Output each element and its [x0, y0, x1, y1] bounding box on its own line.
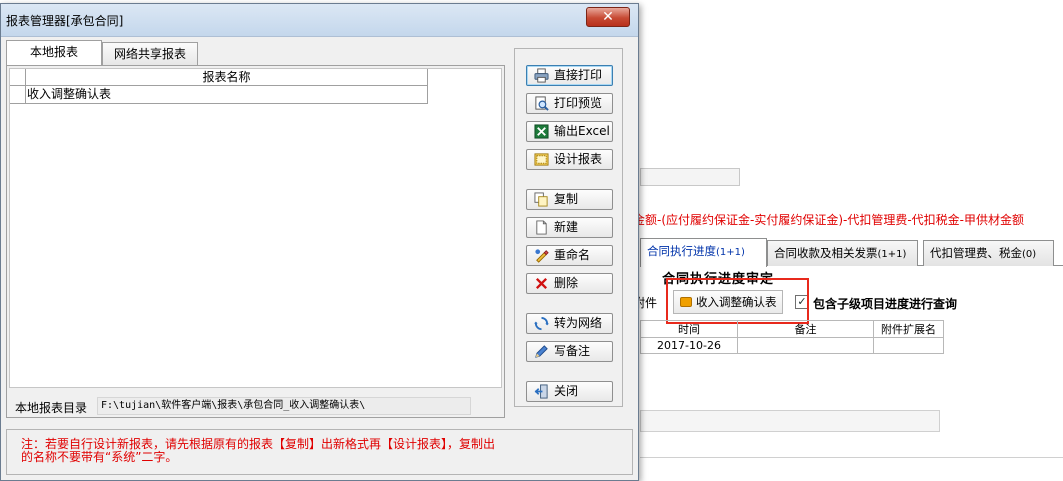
- header-time: 时间: [640, 320, 738, 338]
- network-icon: [534, 316, 549, 331]
- copy-icon: [534, 192, 548, 207]
- button-label: 直接打印: [554, 68, 603, 82]
- delete-icon: [535, 277, 548, 290]
- button-label: 新建: [554, 220, 579, 234]
- tab-count: (1+1): [877, 249, 907, 260]
- formula-text: 金额-(应付履约保证金-实付履约保证金)-代扣管理费-代扣税金-甲供材金额: [633, 213, 1025, 227]
- report-list-grid[interactable]: 报表名称 收入调整确认表: [9, 68, 502, 388]
- button-label: 输出Excel: [554, 124, 610, 138]
- report-name-cell[interactable]: 收入调整确认表: [26, 86, 428, 104]
- button-label: 设计报表: [554, 152, 603, 166]
- note-line-2: 的名称不要带有“系统”二字。: [21, 450, 178, 464]
- report-manager-dialog: 报表管理器[承包合同] ✕ 本地报表 网络共享报表 报表名称 收入调整确认表 本…: [0, 3, 639, 481]
- action-button-panel: 直接打印 打印预览 输出Excel 设计报表 复制 新建 重命名 删除 转为网络…: [514, 48, 623, 407]
- header-attach-ext: 附件扩展名: [873, 320, 944, 338]
- header-remark: 备注: [737, 320, 874, 338]
- grid-header: 报表名称: [10, 69, 428, 86]
- background-text-field[interactable]: [640, 168, 740, 186]
- tab-network-shared-reports[interactable]: 网络共享报表: [102, 42, 198, 66]
- tab-count: (0): [1022, 249, 1037, 260]
- print-preview-button[interactable]: 打印预览: [526, 93, 613, 114]
- cell-time: 2017-10-26: [640, 337, 738, 354]
- directory-label: 本地报表目录: [15, 401, 88, 415]
- tab-label: 合同收款及相关发票: [774, 246, 878, 260]
- design-report-button[interactable]: 设计报表: [526, 149, 613, 170]
- button-label: 写备注: [554, 344, 591, 358]
- table-header-row: 时间 备注 附件扩展名: [640, 320, 944, 338]
- export-excel-button[interactable]: 输出Excel: [526, 121, 613, 142]
- button-label: 转为网络: [554, 316, 603, 330]
- grid-corner: [10, 69, 26, 86]
- close-dialog-button[interactable]: 关闭: [526, 381, 613, 402]
- table-row[interactable]: 收入调整确认表: [10, 86, 428, 104]
- button-label: 关闭: [554, 384, 579, 398]
- new-document-icon: [536, 220, 547, 235]
- window-title: 报表管理器[承包合同]: [6, 14, 124, 28]
- note-panel: 注：若要自行设计新报表，请先根据原有的报表【复制】出新格式再【设计报表】，复制出…: [6, 429, 633, 475]
- tab-count: (1+1): [716, 247, 745, 258]
- tab-withheld-fees[interactable]: 代扣管理费、税金(0): [923, 240, 1054, 266]
- new-button[interactable]: 新建: [526, 217, 613, 238]
- highlight-box: [666, 278, 809, 324]
- cell-attach-ext: [873, 337, 944, 354]
- close-button[interactable]: ✕: [586, 7, 630, 27]
- convert-to-network-button[interactable]: 转为网络: [526, 313, 613, 334]
- button-label: 复制: [554, 192, 579, 206]
- tab-contract-receipts[interactable]: 合同收款及相关发票(1+1): [767, 240, 918, 266]
- column-header-report-name[interactable]: 报表名称: [26, 69, 428, 86]
- local-reports-panel: 报表名称 收入调整确认表 本地报表目录 F:\tujian\软件客户端\报表\承…: [6, 65, 505, 418]
- exit-icon: [534, 384, 548, 399]
- excel-icon: [534, 124, 549, 139]
- background-tab-bar: 合同执行进度(1+1) 合同收款及相关发票(1+1) 代扣管理费、税金(0): [640, 238, 1063, 267]
- rename-button[interactable]: 重命名: [526, 245, 613, 266]
- table-row[interactable]: 2017-10-26: [640, 337, 944, 354]
- tab-label: 合同执行进度: [647, 244, 716, 258]
- include-sub-label: 包含子级项目进度进行查询: [813, 297, 958, 311]
- row-indicator: [10, 86, 26, 104]
- rename-icon: [535, 249, 549, 263]
- print-preview-icon: [535, 96, 549, 111]
- directory-path-field: F:\tujian\软件客户端\报表\承包合同_收入调整确认表\: [97, 397, 471, 415]
- design-report-icon: [534, 153, 549, 166]
- delete-button[interactable]: 删除: [526, 273, 613, 294]
- tab-contract-progress[interactable]: 合同执行进度(1+1): [640, 238, 767, 267]
- tab-label: 代扣管理费、税金: [930, 246, 1022, 260]
- title-bar[interactable]: 报表管理器[承包合同] ✕: [1, 4, 638, 37]
- background-bottom-field: [640, 410, 940, 432]
- progress-table: 时间 备注 附件扩展名 2017-10-26: [640, 320, 944, 354]
- print-direct-button[interactable]: 直接打印: [526, 65, 613, 86]
- copy-button[interactable]: 复制: [526, 189, 613, 210]
- write-note-button[interactable]: 写备注: [526, 341, 613, 362]
- button-label: 重命名: [554, 248, 591, 262]
- write-note-icon: [535, 345, 548, 358]
- cell-remark: [737, 337, 874, 354]
- button-label: 删除: [554, 276, 579, 290]
- button-label: 打印预览: [554, 96, 603, 110]
- printer-icon: [534, 68, 549, 83]
- divider: [640, 457, 1063, 458]
- tab-local-reports[interactable]: 本地报表: [6, 40, 102, 66]
